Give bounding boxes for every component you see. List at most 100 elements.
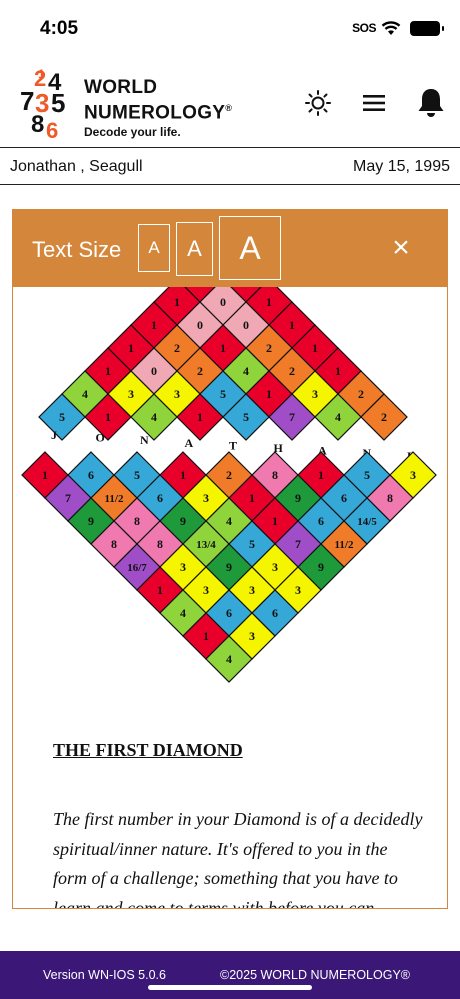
svg-text:4: 4 bbox=[82, 387, 88, 401]
birth-date: May 15, 1995 bbox=[353, 158, 450, 175]
svg-text:1: 1 bbox=[335, 364, 341, 378]
svg-text:1: 1 bbox=[180, 468, 186, 482]
svg-text:3: 3 bbox=[249, 629, 255, 643]
numerology-diamond-chart: 1 1 1 0 1 1 0 0 1 1 2 1 2 1 1 0 2 4 2 1 4 3 3 5 1 3 2 5 1 4 1 5 7 4 2 J O N A T… bbox=[21, 287, 437, 683]
text-size-large-button[interactable]: A bbox=[219, 216, 281, 280]
bell-icon[interactable] bbox=[414, 86, 448, 120]
wifi-icon bbox=[381, 21, 401, 35]
name-letter: O bbox=[96, 431, 105, 445]
svg-text:3: 3 bbox=[174, 387, 180, 401]
svg-text:1: 1 bbox=[197, 410, 203, 424]
svg-text:0: 0 bbox=[243, 318, 249, 332]
svg-text:8: 8 bbox=[272, 468, 278, 482]
svg-text:9: 9 bbox=[318, 560, 324, 574]
svg-text:1: 1 bbox=[38, 67, 45, 81]
name-letter: J bbox=[51, 428, 57, 442]
svg-text:2: 2 bbox=[266, 341, 272, 355]
world-numerology-logo-icon[interactable]: 2 4 7 3 5 8 6 1 bbox=[18, 66, 80, 142]
svg-text:8: 8 bbox=[387, 491, 393, 505]
app-screen: 4:05 SOS 2 4 7 3 5 8 6 1 WORLD NUMEROLOG… bbox=[0, 0, 460, 999]
svg-text:9: 9 bbox=[180, 514, 186, 528]
sos-indicator: SOS bbox=[352, 21, 376, 35]
text-size-medium-button[interactable]: A bbox=[176, 222, 213, 276]
name-letter: T bbox=[229, 438, 237, 452]
svg-text:5: 5 bbox=[364, 468, 370, 482]
svg-text:3: 3 bbox=[410, 468, 416, 482]
svg-text:2: 2 bbox=[226, 468, 232, 482]
home-indicator[interactable] bbox=[148, 985, 312, 990]
svg-text:1: 1 bbox=[203, 629, 209, 643]
svg-text:3: 3 bbox=[180, 560, 186, 574]
close-icon[interactable]: × bbox=[385, 232, 417, 264]
copyright-text: ©2025 WORLD NUMEROLOGY® bbox=[220, 968, 410, 982]
svg-text:1: 1 bbox=[42, 468, 48, 482]
brand-tagline: Decode your life. bbox=[84, 125, 181, 140]
svg-text:4: 4 bbox=[335, 410, 341, 424]
svg-text:6: 6 bbox=[341, 491, 347, 505]
text-size-label: Text Size bbox=[32, 237, 122, 262]
user-info-bar: Jonathan , Seagull May 15, 1995 bbox=[0, 149, 460, 185]
svg-text:2: 2 bbox=[381, 410, 387, 424]
svg-text:1: 1 bbox=[266, 295, 272, 309]
svg-text:4: 4 bbox=[180, 606, 186, 620]
svg-text:8: 8 bbox=[31, 111, 44, 138]
svg-text:2: 2 bbox=[289, 364, 295, 378]
brand-name: NUMEROLOGY bbox=[84, 102, 226, 124]
svg-text:4: 4 bbox=[226, 514, 232, 528]
svg-text:6: 6 bbox=[88, 468, 94, 482]
svg-text:6: 6 bbox=[157, 491, 163, 505]
svg-text:3: 3 bbox=[295, 583, 301, 597]
svg-text:0: 0 bbox=[151, 364, 157, 378]
svg-text:6: 6 bbox=[226, 606, 232, 620]
svg-text:6: 6 bbox=[272, 606, 278, 620]
svg-text:1: 1 bbox=[151, 318, 157, 332]
svg-text:16/7: 16/7 bbox=[127, 562, 147, 574]
svg-text:1: 1 bbox=[249, 491, 255, 505]
registered-mark: ® bbox=[225, 103, 233, 113]
svg-text:1: 1 bbox=[266, 387, 272, 401]
clock: 4:05 bbox=[40, 18, 79, 39]
menu-icon[interactable] bbox=[357, 86, 391, 120]
text-size-bar: Text Size A A A × bbox=[13, 210, 447, 287]
name-letter: A bbox=[185, 436, 194, 450]
svg-text:8: 8 bbox=[157, 537, 163, 551]
svg-text:5: 5 bbox=[249, 537, 255, 551]
svg-text:11/2: 11/2 bbox=[335, 539, 354, 551]
svg-text:8: 8 bbox=[134, 514, 140, 528]
text-size-small-button[interactable]: A bbox=[138, 224, 170, 272]
svg-text:4: 4 bbox=[243, 364, 249, 378]
svg-text:7: 7 bbox=[65, 491, 71, 505]
svg-text:5: 5 bbox=[51, 88, 65, 118]
svg-text:1: 1 bbox=[289, 318, 295, 332]
svg-text:11/2: 11/2 bbox=[105, 493, 124, 505]
svg-text:3: 3 bbox=[272, 560, 278, 574]
user-name: Jonathan , Seagull bbox=[10, 158, 143, 175]
battery-icon bbox=[410, 21, 444, 36]
svg-text:1: 1 bbox=[174, 295, 180, 309]
app-header: 2 4 7 3 5 8 6 1 WORLD NUMEROLOGY® Decode… bbox=[0, 60, 460, 148]
svg-text:7: 7 bbox=[295, 537, 301, 551]
brightness-icon[interactable] bbox=[301, 86, 335, 120]
brand-line-2: NUMEROLOGY® bbox=[84, 98, 232, 123]
app-footer: Version WN-IOS 5.0.6 ©2025 WORLD NUMEROL… bbox=[0, 951, 460, 999]
svg-text:6: 6 bbox=[46, 118, 58, 142]
svg-text:1: 1 bbox=[157, 583, 163, 597]
svg-text:5: 5 bbox=[59, 410, 65, 424]
svg-text:3: 3 bbox=[203, 491, 209, 505]
svg-text:0: 0 bbox=[220, 295, 226, 309]
svg-text:1: 1 bbox=[105, 364, 111, 378]
svg-text:9: 9 bbox=[295, 491, 301, 505]
svg-text:1: 1 bbox=[318, 468, 324, 482]
reading-card: Text Size A A A × 1 1 1 0 1 1 0 0 1 1 2 1 2 1 1 0 2 4 2 1 4 3… bbox=[12, 209, 448, 909]
svg-text:3: 3 bbox=[249, 583, 255, 597]
svg-text:6: 6 bbox=[318, 514, 324, 528]
svg-text:4: 4 bbox=[151, 410, 157, 424]
svg-text:0: 0 bbox=[197, 318, 203, 332]
svg-text:3: 3 bbox=[128, 387, 134, 401]
svg-text:3: 3 bbox=[203, 583, 209, 597]
svg-text:1: 1 bbox=[105, 410, 111, 424]
svg-text:1: 1 bbox=[312, 341, 318, 355]
svg-text:14/5: 14/5 bbox=[357, 516, 377, 528]
svg-text:2: 2 bbox=[174, 341, 180, 355]
svg-text:4: 4 bbox=[226, 652, 232, 666]
